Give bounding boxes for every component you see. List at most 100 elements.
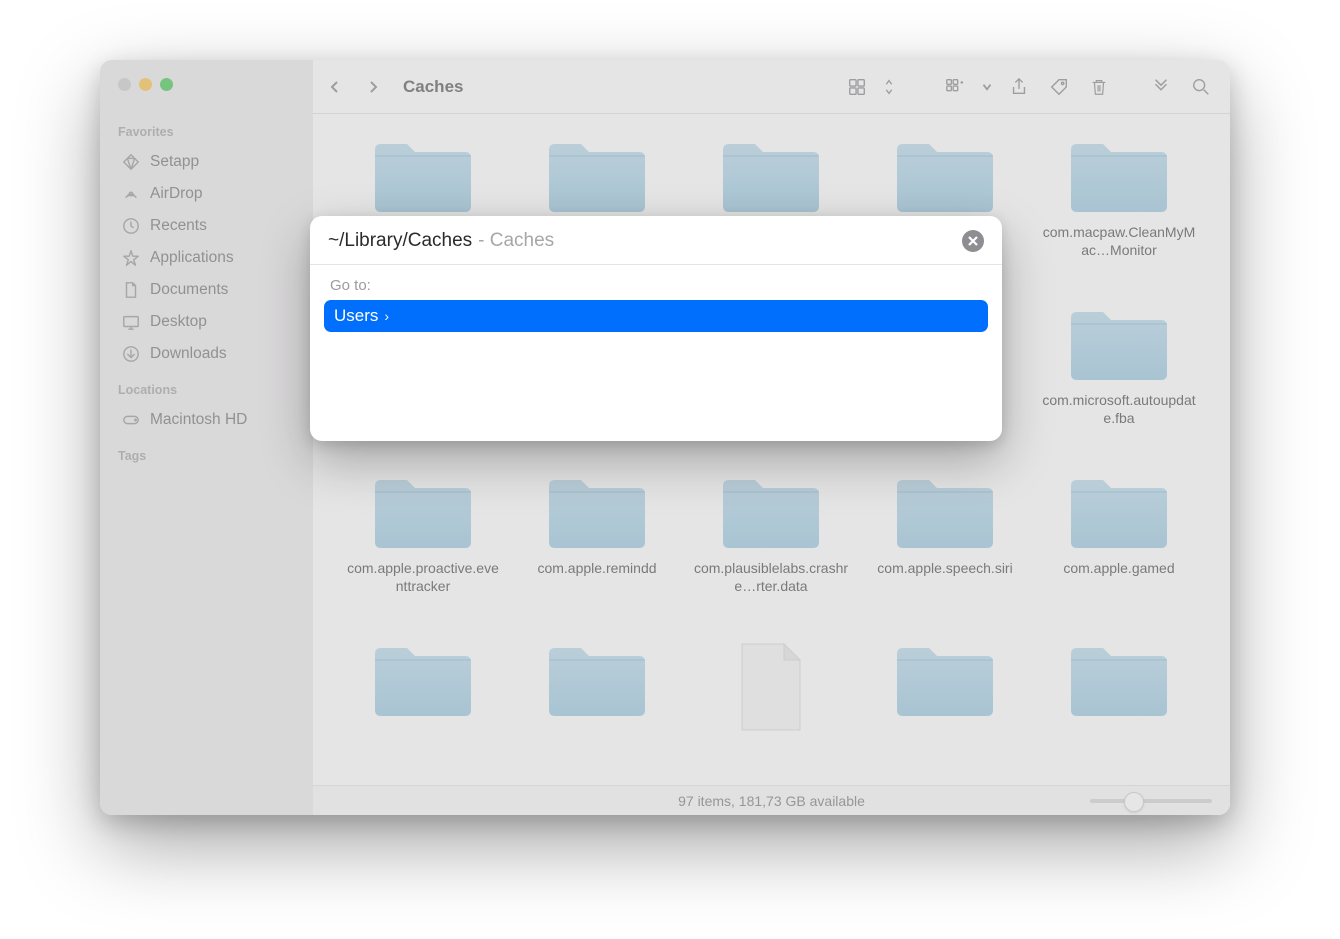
back-button[interactable]: [321, 73, 349, 101]
folder-icon: [369, 136, 477, 218]
sidebar-item-label: AirDrop: [150, 185, 203, 203]
sidebar-item-downloads[interactable]: Downloads: [116, 341, 303, 367]
forward-button[interactable]: [359, 73, 387, 101]
item-label: com.macpaw.CleanMyMac…Monitor: [1040, 224, 1198, 259]
folder-icon: [543, 472, 651, 554]
document-icon: [122, 281, 140, 299]
sidebar-item-applications[interactable]: Applications: [116, 245, 303, 271]
sidebar: Favorites Setapp AirDrop Recents Applica…: [100, 60, 313, 815]
folder-item[interactable]: [1039, 640, 1199, 785]
zoom-slider[interactable]: [1090, 799, 1212, 803]
chevron-right-icon: ›: [384, 308, 389, 324]
item-label: com.apple.remindd: [537, 560, 656, 578]
goto-label: Go to:: [330, 277, 988, 294]
status-bar: 97 items, 181,73 GB available: [313, 785, 1230, 815]
chevron-left-icon: [328, 80, 342, 94]
tags-button[interactable]: [1044, 72, 1074, 102]
item-label: com.apple.speech.siri: [877, 560, 1012, 578]
group-icon: [945, 77, 965, 97]
folder-icon: [891, 640, 999, 722]
maximize-window-button[interactable]: [160, 78, 173, 91]
item-label: com.microsoft.autoupdate.fba: [1040, 392, 1198, 427]
sidebar-item-documents[interactable]: Documents: [116, 277, 303, 303]
sidebar-item-macintosh-hd[interactable]: Macintosh HD: [116, 407, 303, 433]
sidebar-item-label: Recents: [150, 217, 207, 235]
disk-icon: [122, 411, 140, 429]
window-controls: [116, 74, 303, 109]
sidebar-item-label: Setapp: [150, 153, 199, 171]
goto-close-button[interactable]: [962, 230, 984, 252]
sidebar-item-airdrop[interactable]: AirDrop: [116, 181, 303, 207]
downloads-icon: [122, 345, 140, 363]
sidebar-item-label: Desktop: [150, 313, 207, 331]
sidebar-item-label: Macintosh HD: [150, 411, 247, 429]
folder-icon: [1065, 472, 1173, 554]
share-icon: [1009, 77, 1029, 97]
folder-grid: com.macpaw.CleanMyMac…Monitor com.micros…: [313, 114, 1230, 785]
status-text: 97 items, 181,73 GB available: [678, 793, 865, 809]
close-window-button[interactable]: [118, 78, 131, 91]
goto-path-input[interactable]: ~/Library/Caches: [328, 230, 472, 252]
grid-icon: [847, 77, 867, 97]
file-item[interactable]: [691, 640, 851, 785]
diamond-icon: [122, 153, 140, 171]
folder-icon: [1065, 136, 1173, 218]
folder-icon: [891, 136, 999, 218]
folder-icon: [717, 136, 825, 218]
item-label: com.apple.gamed: [1063, 560, 1174, 578]
sidebar-item-setapp[interactable]: Setapp: [116, 149, 303, 175]
trash-icon: [1089, 77, 1109, 97]
chevron-down-icon: [980, 77, 994, 97]
group-button[interactable]: [940, 72, 970, 102]
share-button[interactable]: [1004, 72, 1034, 102]
goto-result-text: Users: [334, 306, 378, 326]
goto-completion-hint: - Caches: [478, 230, 554, 252]
sidebar-item-recents[interactable]: Recents: [116, 213, 303, 239]
goto-header: ~/Library/Caches - Caches: [310, 216, 1002, 265]
sidebar-item-label: Documents: [150, 281, 228, 299]
page-title: Caches: [403, 77, 463, 97]
file-icon: [732, 640, 810, 736]
close-icon: [968, 236, 978, 246]
minimize-window-button[interactable]: [139, 78, 152, 91]
item-label: com.apple.proactive.eventtracker: [344, 560, 502, 595]
sidebar-item-label: Downloads: [150, 345, 227, 363]
sidebar-heading-locations: Locations: [118, 383, 303, 397]
folder-icon: [717, 472, 825, 554]
sidebar-heading-favorites: Favorites: [118, 125, 303, 139]
view-icons-button[interactable]: [842, 72, 872, 102]
folder-item[interactable]: com.apple.remindd: [517, 472, 677, 624]
goto-result-item[interactable]: Users ›: [324, 300, 988, 332]
chevron-right-icon: [366, 80, 380, 94]
folder-item[interactable]: com.apple.proactive.eventtracker: [343, 472, 503, 624]
applications-icon: [122, 249, 140, 267]
folder-item[interactable]: com.plausiblelabs.crashre…rter.data: [691, 472, 851, 624]
sidebar-heading-tags: Tags: [118, 449, 303, 463]
toolbar: Caches: [313, 60, 1230, 114]
folder-item[interactable]: [343, 640, 503, 785]
view-switcher-arrows[interactable]: [882, 72, 896, 102]
desktop-icon: [122, 313, 140, 331]
folder-icon: [369, 472, 477, 554]
sidebar-item-desktop[interactable]: Desktop: [116, 309, 303, 335]
folder-item[interactable]: com.macpaw.CleanMyMac…Monitor: [1039, 136, 1199, 288]
folder-item[interactable]: com.apple.gamed: [1039, 472, 1199, 624]
folder-item[interactable]: [517, 640, 677, 785]
more-button[interactable]: [1146, 72, 1176, 102]
trash-button[interactable]: [1084, 72, 1114, 102]
folder-icon: [543, 136, 651, 218]
folder-item[interactable]: com.apple.speech.siri: [865, 472, 1025, 624]
folder-icon: [543, 640, 651, 722]
airdrop-icon: [122, 185, 140, 203]
folder-item[interactable]: [865, 640, 1025, 785]
item-label: com.plausiblelabs.crashre…rter.data: [692, 560, 850, 595]
sidebar-item-label: Applications: [150, 249, 234, 267]
go-to-folder-dialog: ~/Library/Caches - Caches Go to: Users ›: [310, 216, 1002, 441]
group-menu-chevron[interactable]: [980, 72, 994, 102]
double-chevron-icon: [1151, 77, 1171, 97]
search-button[interactable]: [1186, 72, 1216, 102]
folder-icon: [891, 472, 999, 554]
folder-item[interactable]: com.microsoft.autoupdate.fba: [1039, 304, 1199, 456]
tag-icon: [1049, 77, 1069, 97]
goto-body: Go to: Users ›: [310, 265, 1002, 441]
